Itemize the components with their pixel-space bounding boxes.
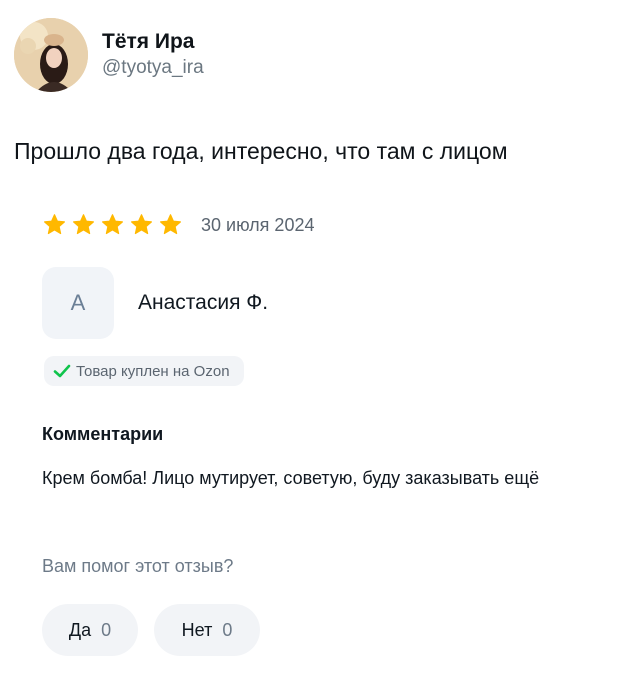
display-name[interactable]: Тётя Ира [102,29,204,55]
user-avatar[interactable] [14,18,88,92]
purchased-badge-label: Товар куплен на Ozon [76,362,230,380]
review-card: 30 июля 2024 А Анастасия Ф. Товар куплен… [42,212,602,656]
tweet-header: Тётя Ира @tyotya_ira [14,18,204,92]
vote-yes-label: Да [68,619,92,640]
star-icon [158,213,183,237]
star-icon [100,213,125,237]
review-author: А Анастасия Ф. [42,267,268,339]
vote-no-label: Нет [181,619,213,640]
vote-yes-button[interactable]: Да 0 [42,604,138,656]
star-icon [129,213,154,237]
review-comment: Крем бомба! Лицо мутирует, советую, буду… [42,468,540,488]
review-date: 30 июля 2024 [201,214,315,235]
star-rating [42,213,187,237]
author-avatar: А [42,267,114,339]
helpful-question: Вам помог этот отзыв? [42,556,234,576]
star-icon [71,213,96,237]
author-name: Анастасия Ф. [138,291,269,314]
vote-no-count: 0 [222,619,233,640]
tweet-text: Прошло два года, интересно, что там с ли… [14,138,508,164]
comments-heading: Комментарии [42,424,164,444]
user-handle[interactable]: @tyotya_ira [102,55,204,81]
rating-row: 30 июля 2024 [42,212,602,238]
vote-yes-count: 0 [101,619,112,640]
star-icon [42,213,67,237]
purchased-badge: Товар куплен на Ozon [44,356,244,386]
vote-no-button[interactable]: Нет 0 [154,604,260,656]
check-icon [52,361,72,381]
